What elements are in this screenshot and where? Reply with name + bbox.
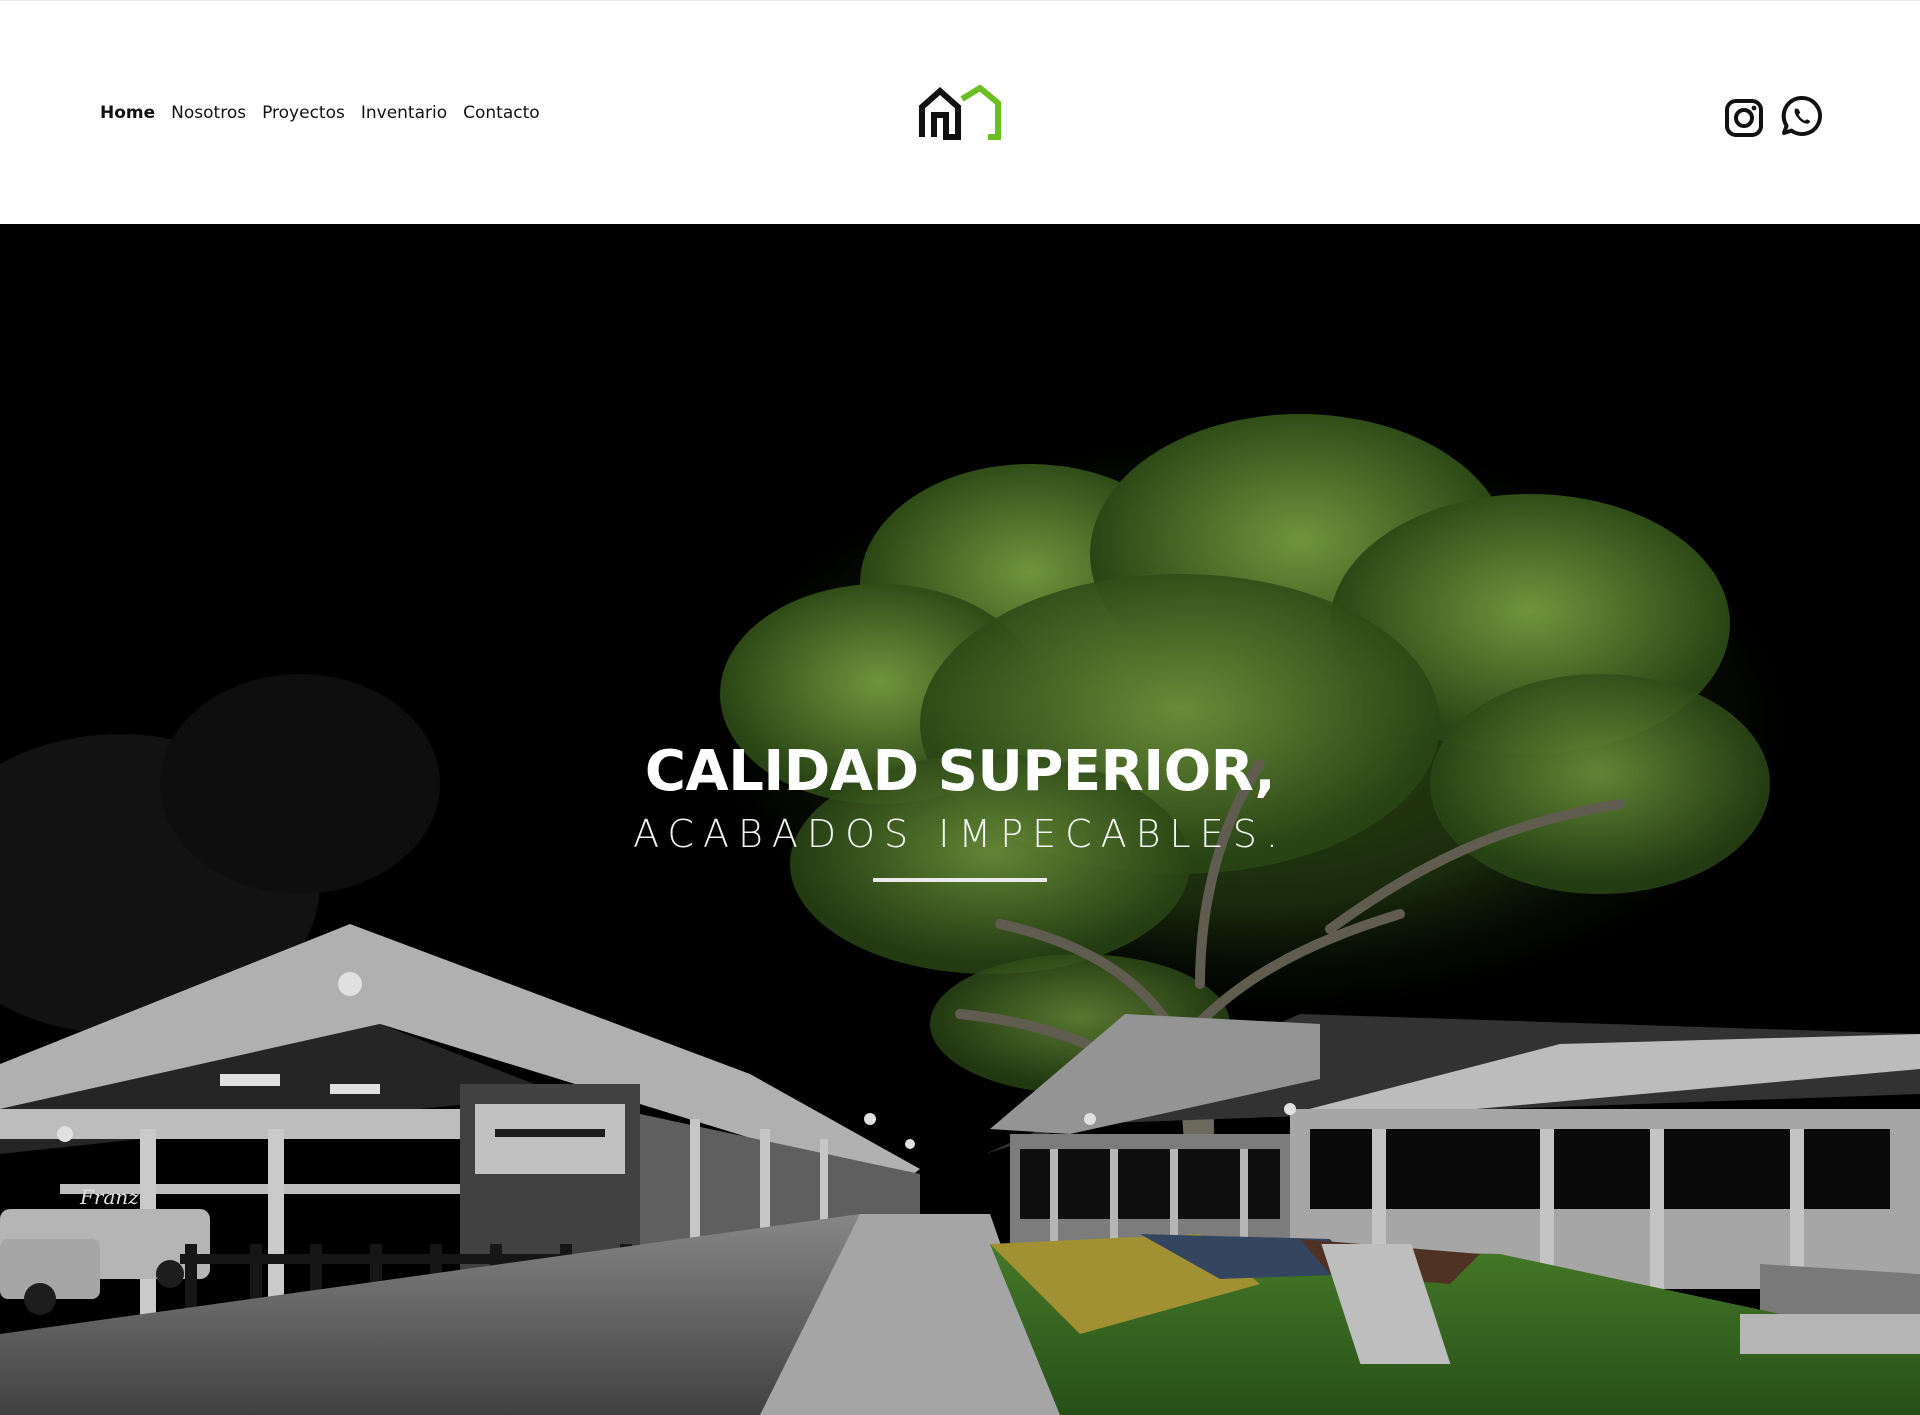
hero-headline: CALIDAD SUPERIOR,: [644, 739, 1276, 804]
nav-inventario[interactable]: Inventario: [361, 103, 447, 123]
main-nav: Home Nosotros Proyectos Inventario Conta…: [100, 103, 556, 123]
nav-nosotros[interactable]: Nosotros: [171, 103, 246, 123]
hero-banner: Franz CALIDAD SUPERIOR, ACABADOS IMPECAB…: [0, 224, 1920, 1415]
hero-subheadline: ACABADOS IMPECABLES.: [633, 812, 1287, 856]
nav-proyectos[interactable]: Proyectos: [262, 103, 345, 123]
hero-divider: [873, 878, 1047, 882]
nav-contacto[interactable]: Contacto: [463, 103, 540, 123]
whatsapp-icon[interactable]: [1781, 95, 1823, 137]
nav-home[interactable]: Home: [100, 103, 155, 123]
hero-text: CALIDAD SUPERIOR, ACABADOS IMPECABLES.: [0, 740, 1920, 882]
instagram-icon[interactable]: [1723, 97, 1765, 139]
house-logo-icon[interactable]: [916, 84, 1004, 141]
site-header: Home Nosotros Proyectos Inventario Conta…: [0, 0, 1920, 224]
